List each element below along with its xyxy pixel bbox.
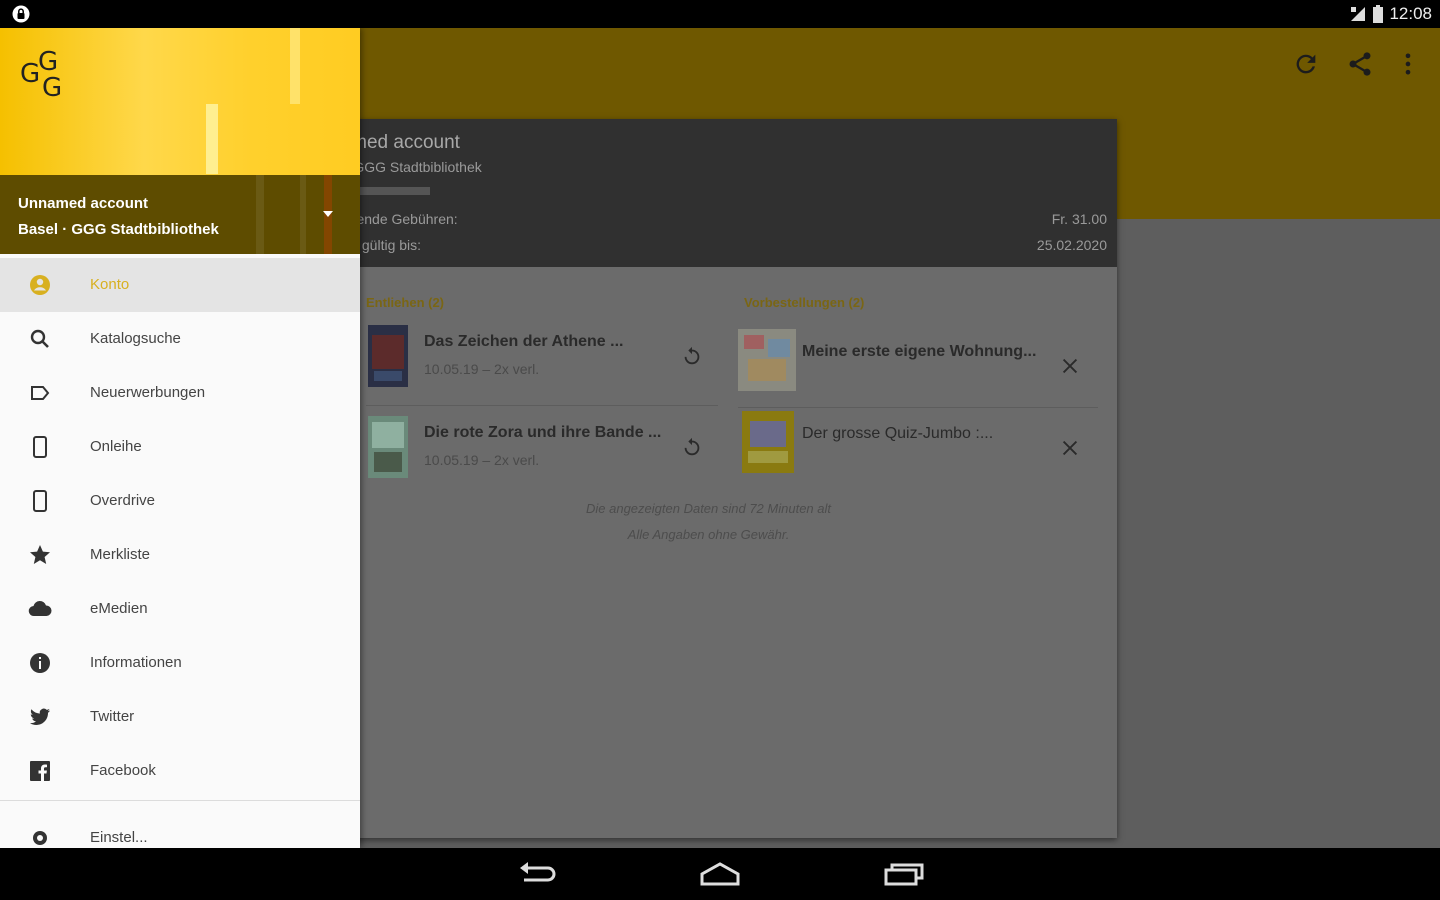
nav-item-label: eMedien [90, 600, 148, 617]
book-cover [738, 329, 796, 391]
nav-item-facebook[interactable]: Facebook [0, 744, 360, 798]
status-bar: 12:08 [0, 0, 1440, 28]
twitter-icon [30, 708, 50, 725]
fees-value: Fr. 31.00 [1051, 211, 1107, 227]
reservations-title: Vorbestellungen (2) [744, 295, 865, 310]
nav-item-informationen[interactable]: Informationen [0, 636, 360, 690]
data-age-note: Die angezeigten Daten sind 72 Minuten al… [586, 501, 831, 516]
nav-item-neuerwerbungen[interactable]: Neuerwerbungen [0, 366, 360, 420]
back-icon[interactable] [518, 860, 558, 888]
renew-icon[interactable] [681, 436, 703, 458]
more-vert-icon[interactable] [1394, 50, 1422, 78]
search-icon [30, 329, 49, 348]
divider [366, 405, 718, 406]
loan-due: 10.05.19 – 2x verl. [424, 361, 540, 377]
signal-icon [1351, 7, 1366, 21]
validity-row: weis gültig bis: 25.02.2020 [330, 237, 1107, 253]
drawer-account-name: Unnamed account [18, 195, 149, 212]
account-switcher[interactable]: Unnamed account Basel · GGG Stadtbibliot… [0, 175, 360, 254]
cancel-reservation-icon[interactable] [1059, 437, 1081, 459]
facebook-icon [30, 761, 50, 781]
phone-icon [33, 436, 47, 458]
nav-item-konto[interactable]: Konto [0, 258, 360, 312]
loan-title: Das Zeichen der Athene ... [424, 333, 624, 350]
ggg-logo: G G G [20, 48, 62, 100]
nav-item-label: Overdrive [90, 492, 156, 509]
drawer-library-name: Basel · GGG Stadtbibliothek [18, 221, 219, 238]
disclaimer-note: Alle Angaben ohne Gewähr. [627, 527, 790, 542]
system-navigation-bar [0, 848, 1440, 900]
svg-text:G: G [42, 73, 62, 100]
account-circle-icon [30, 275, 50, 295]
nav-item-label: Facebook [90, 762, 156, 779]
nav-item-label: Katalogsuche [90, 330, 181, 347]
phone-icon [33, 490, 47, 512]
reservation-title: Der grosse Quiz-Jumbo :... [802, 425, 994, 442]
app-window: named account el · GGG Stadtbibliothek s… [0, 28, 1440, 848]
book-cover [742, 411, 794, 473]
renew-icon[interactable] [681, 345, 703, 367]
fees-row: stehende Gebühren: Fr. 31.00 [330, 211, 1107, 227]
nav-item-merkliste[interactable]: Merkliste [0, 528, 360, 582]
nav-item-katalogsuche[interactable]: Katalogsuche [0, 312, 360, 366]
book-cover [368, 325, 408, 387]
reservation-title: Meine erste eigene Wohnung... [802, 343, 1037, 360]
vpn-lock-icon [12, 5, 30, 23]
refresh-icon[interactable] [1292, 50, 1320, 78]
battery-icon [1373, 5, 1384, 23]
label-icon [31, 386, 50, 400]
cancel-reservation-icon[interactable] [1059, 355, 1081, 377]
loan-item[interactable]: Das Zeichen der Athene ... 10.05.19 – 2x… [368, 319, 718, 393]
nav-item-label: Einstel... [90, 829, 148, 846]
book-cover [368, 416, 408, 478]
loans-title: Entliehen (2) [366, 295, 445, 310]
account-header: named account el · GGG Stadtbibliothek s… [300, 119, 1117, 267]
reservation-item[interactable]: Der grosse Quiz-Jumbo :... [738, 411, 1100, 485]
nav-item-label: Merkliste [90, 546, 151, 563]
recent-apps-icon[interactable] [882, 860, 926, 888]
nav-item-onleihe[interactable]: Onleihe [0, 420, 360, 474]
star-icon [30, 545, 50, 564]
reservation-item[interactable]: Meine erste eigene Wohnung... [738, 329, 1100, 403]
drawer-divider [0, 800, 360, 801]
home-icon[interactable] [698, 860, 742, 888]
nav-item-label: Neuerwerbungen [90, 384, 206, 401]
drawer-nav: Konto Katalogsuche Neuerwerbungen Onleih… [0, 258, 360, 848]
settings-icon [33, 831, 47, 845]
info-icon [30, 653, 50, 673]
nav-item-settings[interactable]: Einstel... [0, 811, 360, 848]
nav-item-overdrive[interactable]: Overdrive [0, 474, 360, 528]
loan-due: 10.05.19 – 2x verl. [424, 452, 540, 468]
validity-value: 25.02.2020 [1036, 237, 1107, 253]
nav-item-emedien[interactable]: eMedien [0, 582, 360, 636]
cloud-icon [28, 601, 52, 617]
nav-item-label: Konto [90, 276, 130, 293]
navigation-drawer: G G G Unnamed account Basel · GGG Stadtb… [0, 28, 360, 848]
nav-item-label: Twitter [90, 708, 135, 725]
drawer-header: G G G Unnamed account Basel · GGG Stadtb… [0, 28, 360, 254]
status-time: 12:08 [1389, 4, 1432, 23]
nav-item-label: Informationen [90, 654, 182, 671]
nav-item-label: Onleihe [90, 438, 142, 455]
loan-title: Die rote Zora und ihre Bande ... [424, 424, 662, 441]
account-card: named account el · GGG Stadtbibliothek s… [300, 119, 1117, 838]
share-icon[interactable] [1346, 50, 1374, 78]
loan-item[interactable]: Die rote Zora und ihre Bande ... 10.05.1… [368, 410, 718, 484]
divider [738, 407, 1098, 408]
dropdown-arrow-icon[interactable] [321, 209, 335, 219]
nav-item-twitter[interactable]: Twitter [0, 690, 360, 744]
